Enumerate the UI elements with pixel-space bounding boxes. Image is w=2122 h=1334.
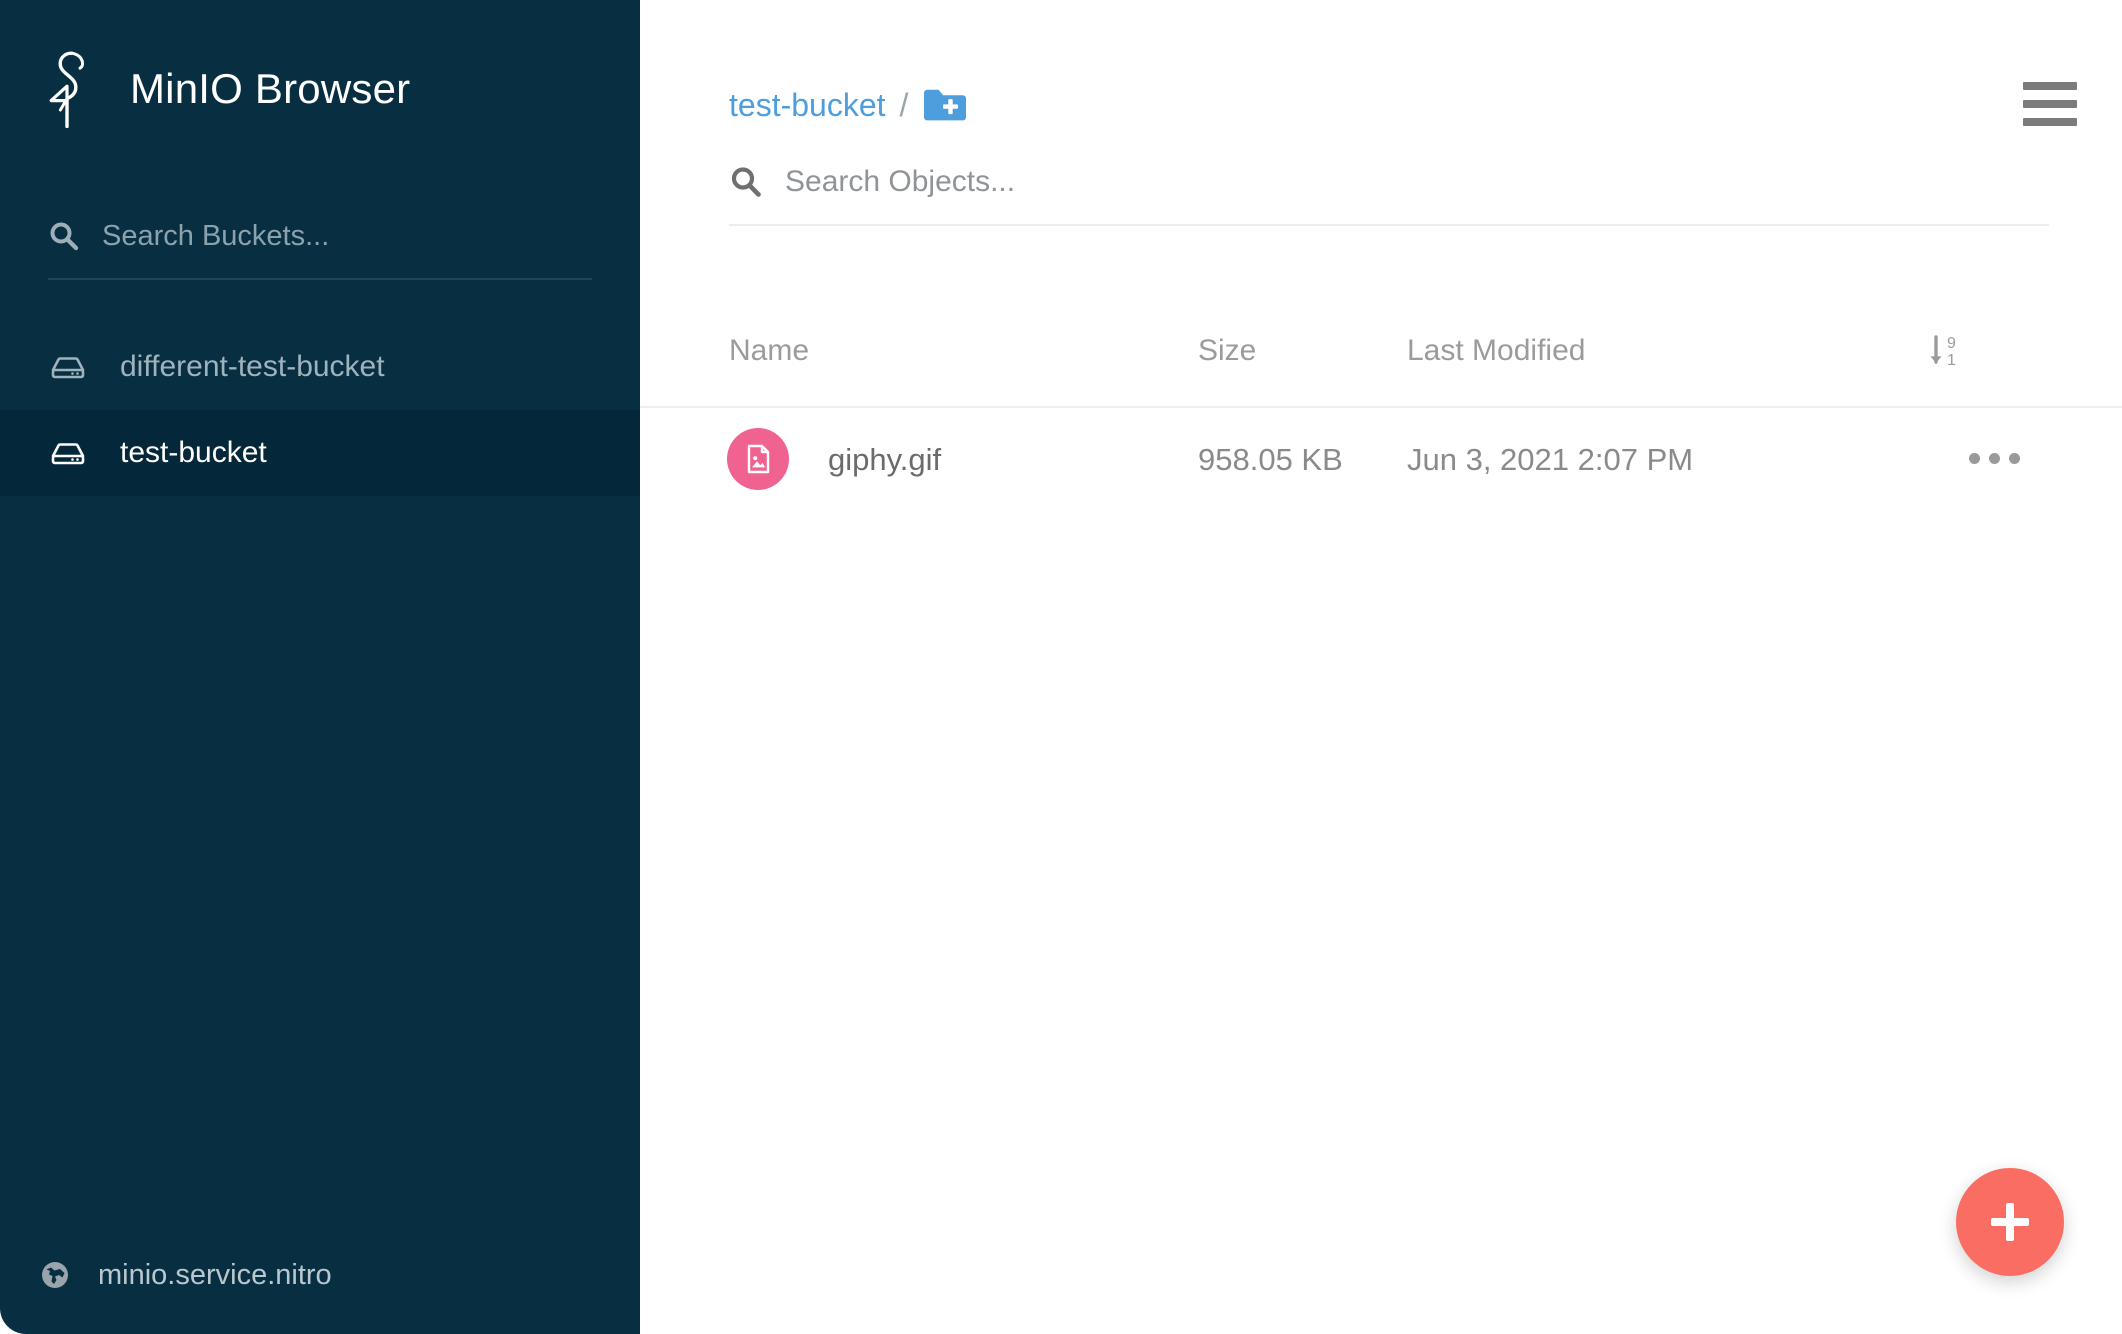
column-header-size: Size (1198, 334, 1257, 367)
host-label: minio.service.nitro (98, 1258, 332, 1291)
folder-plus-icon (924, 89, 967, 121)
more-options-icon (1969, 452, 1980, 464)
sidebar-item-label: test-bucket (120, 436, 267, 469)
object-size: 958.05 KB (1198, 442, 1343, 477)
search-icon (50, 222, 79, 251)
hamburger-menu-button[interactable] (2023, 82, 2077, 126)
host-status-bar: minio.service.nitro (0, 1216, 640, 1334)
table-row[interactable]: giphy.gif 958.05 KB Jun 3, 2021 2:07 PM (640, 408, 2122, 538)
add-floating-action-button[interactable] (1956, 1168, 2064, 1276)
more-options-icon (2009, 452, 2020, 464)
app-title: MinIO Browser (130, 65, 411, 112)
column-header-last-modified: Last Modified (1407, 334, 1586, 367)
globe-icon (42, 1262, 68, 1288)
bucket-list: different-test-bucket test-bucket (0, 324, 640, 496)
minio-browser-app: MinIO Browser different-test-bucket (0, 0, 2122, 1334)
drive-icon (51, 357, 85, 379)
svg-text:9: 9 (1947, 335, 1956, 352)
plus-icon (2006, 1203, 2014, 1241)
image-file-icon (747, 444, 770, 474)
topbar: test-bucket / (640, 0, 2122, 226)
search-buckets-input[interactable] (102, 219, 592, 265)
file-type-badge (727, 428, 789, 490)
search-buckets-container[interactable] (48, 206, 592, 280)
search-icon (731, 167, 761, 197)
sidebar-item-label: different-test-bucket (120, 350, 385, 383)
brand: MinIO Browser (0, 0, 640, 132)
object-name: giphy.gif (828, 442, 942, 477)
breadcrumb-bucket-link[interactable]: test-bucket (729, 89, 886, 121)
column-header-name: Name (729, 334, 810, 367)
hamburger-line (2023, 100, 2077, 108)
sidebar-item-different-test-bucket[interactable]: different-test-bucket (0, 324, 640, 410)
sidebar-item-test-bucket[interactable]: test-bucket (0, 410, 640, 496)
breadcrumb-separator: / (899, 87, 909, 123)
objects-table: Name Size Last Modified 9 1 giphy.gif 95… (640, 318, 2122, 538)
sidebar: MinIO Browser different-test-bucket (0, 0, 640, 1334)
create-folder-button[interactable] (922, 87, 968, 123)
hamburger-line (2023, 118, 2077, 126)
sort-descending-icon[interactable]: 9 1 (1923, 328, 1969, 374)
svg-text:1: 1 (1947, 352, 1956, 369)
breadcrumb: test-bucket / (729, 82, 968, 128)
drive-icon (51, 443, 85, 465)
more-options-button[interactable] (1969, 438, 2029, 478)
search-objects-container[interactable] (729, 152, 2049, 226)
minio-stork-logo-icon (49, 51, 85, 128)
more-options-icon (1989, 452, 2000, 464)
table-header-row: Name Size Last Modified 9 1 (640, 318, 2122, 408)
search-objects-input[interactable] (785, 165, 2049, 211)
object-last-modified: Jun 3, 2021 2:07 PM (1407, 442, 1694, 477)
hamburger-line (2023, 82, 2077, 90)
main-content: test-bucket / Search Objects... Name Siz… (640, 0, 2122, 1334)
